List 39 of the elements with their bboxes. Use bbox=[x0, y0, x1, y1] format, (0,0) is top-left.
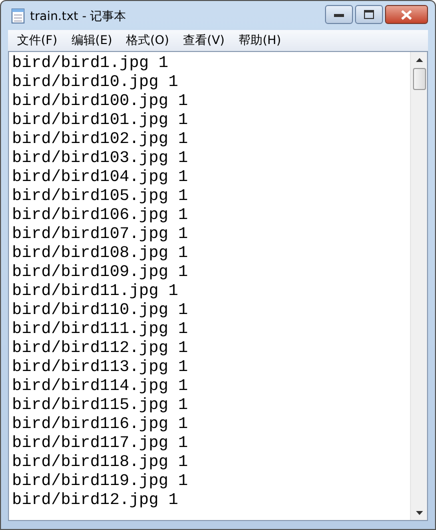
window-title: train.txt - 记事本 bbox=[30, 8, 126, 24]
text-line: bird/bird111.jpg 1 bbox=[12, 319, 188, 338]
text-line: bird/bird106.jpg 1 bbox=[12, 205, 188, 224]
menu-item[interactable]: 文件(F) bbox=[10, 31, 64, 50]
minimize-button[interactable] bbox=[325, 5, 353, 24]
text-line: bird/bird110.jpg 1 bbox=[12, 300, 188, 319]
text-line: bird/bird10.jpg 1 bbox=[12, 72, 178, 91]
text-line: bird/bird108.jpg 1 bbox=[12, 243, 188, 262]
menu-item[interactable]: 编辑(E) bbox=[64, 31, 120, 50]
scrollbar[interactable] bbox=[410, 52, 427, 520]
maximize-button[interactable] bbox=[355, 5, 383, 24]
text-line: bird/bird11.jpg 1 bbox=[12, 281, 178, 300]
close-button[interactable] bbox=[385, 5, 428, 24]
text-line: bird/bird114.jpg 1 bbox=[12, 376, 188, 395]
text-line: bird/bird112.jpg 1 bbox=[12, 338, 188, 357]
text-line: bird/bird117.jpg 1 bbox=[12, 433, 188, 452]
text-line: bird/bird103.jpg 1 bbox=[12, 148, 188, 167]
minimize-icon bbox=[334, 12, 344, 16]
text-line: bird/bird12.jpg 1 bbox=[12, 490, 178, 509]
text-line: bird/bird113.jpg 1 bbox=[12, 357, 188, 376]
close-icon bbox=[401, 10, 412, 20]
menu-item[interactable]: 格式(O) bbox=[119, 31, 176, 50]
text-line: bird/bird115.jpg 1 bbox=[12, 395, 188, 414]
text-line: bird/bird107.jpg 1 bbox=[12, 224, 188, 243]
notepad-icon bbox=[11, 8, 25, 24]
text-line: bird/bird116.jpg 1 bbox=[12, 414, 188, 433]
text-line: bird/bird101.jpg 1 bbox=[12, 110, 188, 129]
text-line: bird/bird100.jpg 1 bbox=[12, 91, 188, 110]
text-line: bird/bird104.jpg 1 bbox=[12, 167, 188, 186]
menu-item[interactable]: 查看(V) bbox=[176, 31, 232, 50]
menu-item[interactable]: 帮助(H) bbox=[232, 31, 288, 50]
scroll-thumb[interactable] bbox=[412, 68, 426, 90]
text-line: bird/bird1.jpg 1 bbox=[12, 53, 168, 72]
text-line: bird/bird119.jpg 1 bbox=[12, 471, 188, 490]
text-line: bird/bird105.jpg 1 bbox=[12, 186, 188, 205]
text-line: bird/bird118.jpg 1 bbox=[12, 452, 188, 471]
maximize-icon bbox=[364, 10, 374, 19]
text-line: bird/bird109.jpg 1 bbox=[12, 262, 188, 281]
text-line: bird/bird102.jpg 1 bbox=[12, 129, 188, 148]
